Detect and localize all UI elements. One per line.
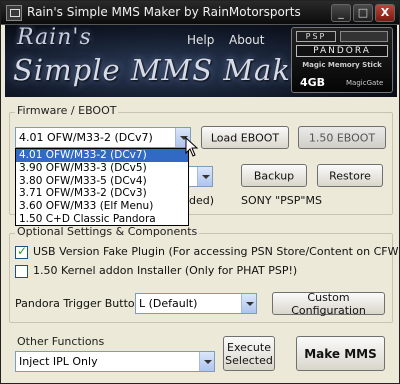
mouse-cursor-icon — [185, 137, 199, 157]
dropdown-option[interactable]: 3.90 OFW/M33-3 (DCv5) — [16, 162, 188, 175]
chevron-down-icon[interactable] — [197, 167, 212, 186]
dropdown-option[interactable]: 3.80 OFW/M33-5 (DCv4) — [16, 175, 188, 188]
title-bar[interactable]: Rain's Simple MMS Maker by RainMotorspor… — [1, 1, 399, 25]
trigger-button-label: Pandora Trigger Button — [15, 297, 142, 310]
trigger-button-value: L (Default) — [139, 297, 198, 310]
firmware-select-value: 4.01 OFW/M33-2 (DCv7) — [19, 131, 153, 144]
minimize-button[interactable]: _ — [331, 4, 351, 22]
execute-selected-button[interactable]: Execute Selected — [223, 336, 275, 371]
about-menu[interactable]: About — [229, 33, 264, 47]
dropdown-option[interactable]: 3.71 OFW/M33-2 (DCv3) — [16, 187, 188, 200]
maximize-button[interactable]: □ — [353, 4, 373, 22]
chevron-down-icon[interactable] — [241, 294, 256, 313]
help-menu[interactable]: Help — [187, 33, 214, 47]
brand-title-line1: Rain's — [17, 25, 92, 50]
card-gate-label: MagicGate — [346, 79, 384, 87]
psp-logo: PSP — [296, 31, 336, 42]
load-eboot-button[interactable]: Load EBOOT — [201, 126, 289, 149]
header-banner: Rain's Simple MMS Maker Help About PSP P… — [5, 25, 397, 97]
brand-title-line2: Simple MMS Maker — [13, 53, 324, 87]
device-label: SONY "PSP"MS — [241, 194, 322, 207]
other-functions-select[interactable]: Inject IPL Only — [15, 351, 215, 372]
card-chip — [340, 31, 388, 42]
firmware-select[interactable]: 4.01 OFW/M33-2 (DCv7) — [15, 127, 191, 148]
kernel-addon-label[interactable]: 1.50 Kernel addon Installer (Only for PH… — [33, 264, 297, 277]
other-functions-value: Inject IPL Only — [19, 355, 98, 368]
backup-button[interactable]: Backup — [241, 164, 307, 187]
app-window: Rain's Simple MMS Maker by RainMotorspor… — [0, 0, 400, 384]
card-size-label: 4GB — [300, 76, 326, 89]
other-functions-label: Other Functions — [15, 335, 107, 348]
dropdown-option[interactable]: 1.50 C+D Classic Pandora — [16, 213, 188, 226]
make-mms-button[interactable]: Make MMS — [296, 336, 385, 371]
app-icon — [6, 5, 22, 21]
restore-button[interactable]: Restore — [317, 164, 383, 187]
card-mms-label: Magic Memory Stick — [302, 61, 382, 69]
firmware-group-label: Firmware / EBOOT — [15, 104, 119, 117]
partial-label: ded) — [189, 194, 215, 207]
dropdown-option[interactable]: 3.60 OFW/M33 (Elf Menu) — [16, 200, 188, 213]
kernel-addon-checkbox[interactable] — [15, 265, 28, 278]
window-title: Rain's Simple MMS Maker by RainMotorspor… — [27, 5, 301, 19]
usb-plugin-label[interactable]: USB Version Fake Plugin (For accessing P… — [33, 245, 400, 258]
usb-plugin-checkbox[interactable] — [15, 244, 28, 259]
trigger-button-select[interactable]: L (Default) — [135, 293, 257, 314]
chevron-down-icon[interactable] — [199, 352, 214, 371]
firmware-dropdown-list[interactable]: 4.01 OFW/M33-2 (DCv7) 3.90 OFW/M33-3 (DC… — [15, 148, 189, 226]
pandora-logo: PANDORA — [296, 45, 388, 57]
close-button[interactable]: X — [375, 4, 395, 22]
custom-configuration-button[interactable]: Custom Configuration — [272, 291, 385, 317]
eboot-150-button[interactable]: 1.50 EBOOT — [298, 126, 386, 149]
dropdown-option[interactable]: 4.01 OFW/M33-2 (DCv7) — [16, 149, 188, 162]
memory-stick-image: PSP PANDORA Magic Memory Stick 4GB Magic… — [291, 27, 393, 93]
optional-settings-label: Optional Settings & Components — [15, 225, 200, 238]
